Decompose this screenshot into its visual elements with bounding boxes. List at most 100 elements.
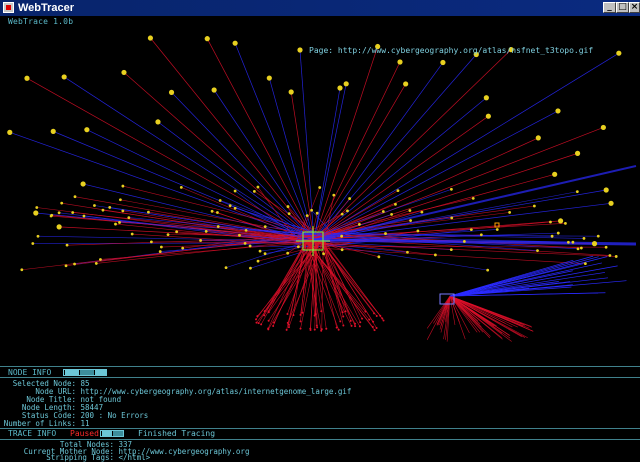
graph-node (155, 119, 160, 124)
trace-info-bar: TRACE INFO Paused Finished Tracing (0, 428, 640, 439)
link-line (314, 240, 636, 244)
toggle-segment (95, 370, 106, 375)
graph-node (575, 151, 580, 156)
graph-node (150, 240, 153, 243)
graph-node (332, 194, 335, 197)
graph-node (121, 185, 124, 188)
graph-node (557, 232, 560, 235)
toggle-segment (80, 370, 94, 375)
graph-node (127, 216, 130, 219)
graph-node (359, 325, 361, 327)
graph-node (615, 255, 618, 258)
graph-node (434, 254, 437, 257)
graph-node (384, 232, 387, 235)
graph-node (350, 320, 352, 322)
graph-node (342, 324, 344, 326)
page-url-label: Page: http://www.cybergeography.org/atla… (309, 46, 593, 55)
graph-node (552, 172, 557, 177)
graph-node (20, 268, 23, 271)
graph-node (267, 328, 269, 330)
graph-node (119, 198, 122, 201)
graph-node (169, 90, 174, 95)
graph-node (121, 70, 126, 75)
graph-node (604, 187, 609, 192)
graph-node (567, 241, 570, 244)
maximize-button[interactable]: □ (616, 2, 629, 13)
graph-node (406, 251, 409, 254)
node-info-value: 200 : No Errors (81, 411, 149, 420)
link-line (450, 296, 528, 338)
node-info-label: Number of Links: (0, 420, 76, 428)
graph-node (147, 211, 150, 214)
graph-node (372, 321, 374, 323)
node-info-value: http://www.cybergeography.org/atlas/inte… (81, 387, 352, 396)
link-line (269, 240, 308, 311)
graph-node (7, 130, 12, 135)
graph-node (62, 74, 67, 79)
graph-node (114, 223, 117, 226)
graph-node (381, 317, 383, 319)
graph-node (533, 205, 536, 208)
graph-node (361, 318, 363, 320)
graph-node (288, 326, 290, 328)
graph-node (249, 245, 252, 248)
graph-node (342, 315, 344, 317)
panel-divider (0, 377, 640, 378)
paused-status[interactable]: Paused (70, 428, 99, 439)
graph-node (377, 255, 380, 258)
link-line (450, 296, 518, 327)
minimize-button[interactable]: _ (603, 2, 616, 13)
graph-node (310, 329, 312, 331)
graph-node (286, 252, 289, 255)
graph-node (394, 203, 397, 206)
graph-node (601, 125, 606, 130)
graph-node (320, 330, 322, 332)
close-button[interactable]: × (629, 2, 640, 13)
graph-node (572, 241, 575, 244)
toggle-segment (113, 431, 123, 436)
graph-node (297, 47, 302, 52)
link-line (450, 257, 599, 296)
finished-status: Finished Tracing (138, 428, 215, 439)
graph-node (212, 87, 217, 92)
graph-node (217, 225, 220, 228)
graph-node (264, 252, 267, 255)
graph-node (286, 329, 288, 331)
link-line (330, 243, 435, 255)
window-title: WebTracer (18, 1, 74, 15)
graph-node (74, 195, 77, 198)
graph-node (257, 186, 260, 189)
link-line (450, 266, 618, 296)
trace-canvas[interactable] (0, 16, 640, 366)
graph-node (300, 328, 302, 330)
graph-node (397, 59, 402, 64)
trace-toggle[interactable] (100, 430, 124, 437)
trace-info-header: TRACE INFO (8, 428, 56, 439)
graph-node (37, 235, 40, 238)
graph-node (267, 75, 272, 80)
graph-node (484, 95, 489, 100)
network-graph[interactable] (0, 16, 640, 366)
graph-node (348, 197, 351, 200)
link-line (314, 111, 558, 240)
title-bar[interactable]: WebTracer _ □ × (0, 0, 640, 16)
app-icon[interactable] (3, 2, 14, 13)
graph-node (297, 245, 300, 248)
graph-node (450, 217, 453, 220)
graph-node (118, 221, 121, 224)
graph-node (244, 242, 247, 245)
graph-node (316, 326, 318, 328)
graph-node (263, 314, 265, 316)
graph-node (592, 241, 597, 246)
node-info-toggle[interactable] (63, 369, 107, 376)
graph-node (93, 204, 96, 207)
link-line (314, 47, 378, 240)
graph-node (257, 260, 260, 263)
graph-node (346, 209, 349, 212)
graph-node (167, 233, 170, 236)
graph-node (256, 315, 258, 317)
graph-node (258, 322, 260, 324)
toggle-segment (102, 431, 112, 436)
graph-node (260, 323, 262, 325)
link-line (299, 206, 534, 238)
